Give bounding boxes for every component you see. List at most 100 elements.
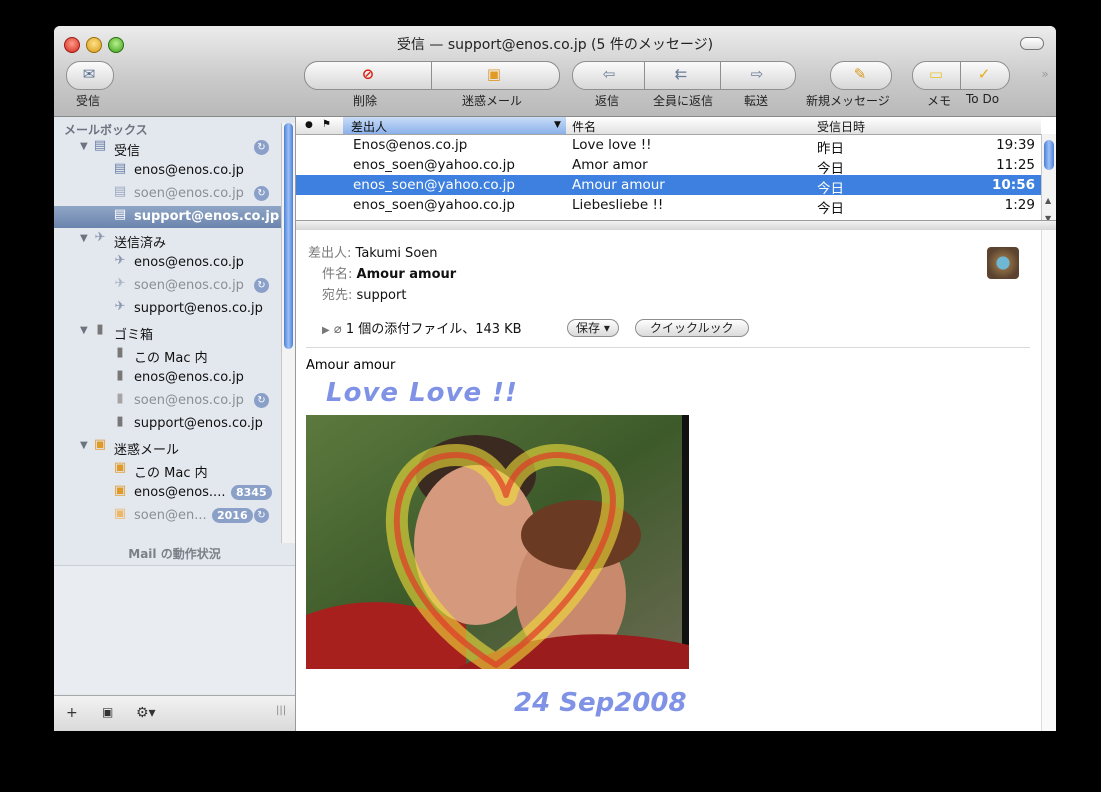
table-row[interactable]: enos_soen@yahoo.co.jp Liebesliebe !! 今日 … — [296, 195, 1041, 217]
from-value[interactable]: Takumi Soen — [356, 246, 438, 261]
junk-icon: ▣ — [113, 460, 127, 475]
sidebar-label: enos@enos.co.jp — [134, 255, 244, 270]
sidebar-scrollbar[interactable] — [281, 123, 295, 543]
sidebar-item-sent-support[interactable]: ✈ support@enos.co.jp — [54, 298, 281, 320]
row-from: enos_soen@yahoo.co.jp — [353, 197, 516, 213]
read-status-column-icon[interactable]: ● — [305, 120, 313, 130]
trash-icon: ▮ — [96, 322, 104, 337]
sidebar-item-trash-enos[interactable]: ▮ enos@enos.co.jp — [54, 367, 281, 389]
sidebar-item-inbox-enos[interactable]: ▤ enos@enos.co.jp — [54, 160, 281, 182]
sidebar-label: enos@enos.co.jp — [134, 163, 244, 178]
sidebar-item-inbox-support[interactable]: ▤ support@enos.co.jp — [54, 206, 281, 228]
note-label: メモ — [927, 94, 952, 108]
sidebar-label: soen@enos.co.jp — [134, 186, 244, 201]
inbox-icon: ▤ — [113, 161, 127, 176]
sidebar-item-trash-support[interactable]: ▮ support@enos.co.jp — [54, 413, 281, 435]
sync-icon: ↻ — [254, 278, 269, 293]
sidebar-item-sent[interactable]: ▼ ✈ 送信済み — [54, 229, 281, 251]
disclosure-triangle-icon[interactable]: ▼ — [80, 325, 88, 336]
message-list: ● ⚑ 差出人 ▼ 件名 受信日時 Enos@enos.co.jp Love l… — [296, 117, 1056, 230]
sidebar-label: support@enos.co.jp — [134, 301, 263, 316]
junk-icon: ▣ — [113, 506, 127, 521]
mailboxes-header: メールボックス — [64, 123, 148, 137]
save-attachment-button[interactable]: 保存 ▾ — [567, 319, 619, 337]
gear-icon[interactable]: ⚙▾ — [136, 705, 156, 721]
sidebar-item-trash[interactable]: ▼ ▮ ゴミ箱 — [54, 321, 281, 343]
table-row[interactable]: enos_soen@yahoo.co.jp Amor amor 今日 11:25 — [296, 155, 1041, 177]
table-row-selected[interactable]: enos_soen@yahoo.co.jp Amour amour 今日 10:… — [296, 175, 1041, 197]
show-photo-browser-icon[interactable]: ▣ — [102, 705, 113, 719]
sync-icon: ↻ — [254, 508, 269, 523]
sidebar-item-trash-local[interactable]: ▮ この Mac 内 — [54, 344, 281, 366]
note-icon: ▭ — [928, 65, 944, 83]
list-scroll-thumb[interactable] — [1044, 140, 1054, 170]
subject-label: 件名: — [322, 267, 353, 282]
toolbar-toggle-button[interactable] — [1020, 37, 1044, 50]
todo-label: To Do — [966, 92, 1000, 106]
row-subject: Amor amor — [572, 157, 648, 173]
overflow-chevron-icon[interactable]: » — [1032, 66, 1056, 83]
inbox-icon: ▤ — [113, 184, 127, 199]
handwriting-love-love: Love Love !! — [326, 378, 518, 408]
resize-handle-icon[interactable]: ||| — [276, 705, 286, 716]
sent-icon: ✈ — [94, 230, 106, 245]
message-list-scrollbar[interactable]: ▲ ▼ — [1041, 134, 1056, 230]
from-label: 差出人: — [308, 246, 352, 261]
unread-count-badge: 2016 — [212, 508, 253, 523]
disclosure-triangle-icon[interactable]: ▼ — [80, 141, 88, 152]
mail-activity-header: Mail の動作状況 — [128, 547, 221, 561]
disclosure-triangle-icon[interactable]: ▼ — [80, 440, 88, 451]
attachment-summary: 1 個の添付ファイル、143 KB — [345, 322, 522, 337]
sidebar-label: 受信 — [114, 144, 141, 159]
sidebar-label: enos@enos.co.jp — [134, 370, 244, 385]
new-message-icon: ✎ — [853, 65, 867, 83]
attached-photo — [306, 415, 689, 676]
add-mailbox-icon[interactable]: + — [66, 705, 78, 721]
sidebar-item-trash-soen[interactable]: ▮ soen@enos.co.jp ↻ — [54, 390, 281, 412]
sidebar-item-junk-soen[interactable]: ▣ soen@en... 2016 ↻ — [54, 505, 281, 527]
message-list-header: ● ⚑ 差出人 ▼ 件名 受信日時 — [296, 117, 1041, 135]
sidebar-item-junk-enos[interactable]: ▣ enos@enos.... 8345 — [54, 482, 281, 504]
header-to: 宛先: support — [322, 284, 406, 303]
trash-icon: ▮ — [116, 368, 124, 383]
sidebar-item-inbox-soen[interactable]: ▤ soen@enos.co.jp ↻ — [54, 183, 281, 205]
reply-icon: ⇦ — [602, 65, 616, 83]
inbox-icon: ▤ — [93, 138, 107, 153]
reply-all-label: 全員に返信 — [653, 94, 714, 108]
sidebar-bottom-bar: + ▣ ⚙▾ ||| — [54, 695, 295, 731]
sidebar-scroll-thumb[interactable] — [284, 123, 293, 349]
mail-activity-panel — [54, 565, 295, 694]
message-scrollbar[interactable] — [1041, 230, 1056, 731]
disclosure-triangle-icon[interactable]: ▶ — [322, 325, 330, 336]
sidebar-label: soen@enos.co.jp — [134, 393, 244, 408]
sent-icon: ✈ — [114, 299, 126, 314]
disclosure-triangle-icon[interactable]: ▼ — [80, 233, 88, 244]
handwriting-date: 24 Sep2008 — [514, 688, 687, 718]
column-subject[interactable]: 件名 — [572, 118, 596, 135]
message-view: 差出人: Takumi Soen 件名: Amour amour 宛先: sup… — [296, 230, 1056, 731]
sync-icon: ↻ — [254, 393, 269, 408]
row-time: 11:25 — [996, 157, 1035, 173]
sidebar-label: support@enos.co.jp — [134, 416, 263, 431]
sidebar-item-sent-soen[interactable]: ✈ soen@enos.co.jp ↻ — [54, 275, 281, 297]
inbox-icon: ▤ — [113, 207, 127, 222]
table-row[interactable]: Enos@enos.co.jp Love love !! 昨日 19:39 — [296, 135, 1041, 157]
flag-column-icon[interactable]: ⚑ — [322, 119, 331, 130]
row-subject: Liebesliebe !! — [572, 197, 664, 213]
sync-icon: ↻ — [254, 140, 269, 155]
to-value[interactable]: support — [357, 288, 407, 303]
column-date[interactable]: 受信日時 — [817, 118, 865, 135]
sidebar-item-sent-enos[interactable]: ✈ enos@enos.co.jp — [54, 252, 281, 274]
sync-icon: ↻ — [254, 186, 269, 201]
quicklook-button[interactable]: クイックルック — [635, 319, 749, 337]
scroll-up-icon[interactable]: ▲ — [1045, 196, 1051, 205]
sidebar-label: support@enos.co.jp — [134, 209, 280, 224]
sidebar-item-junk-local[interactable]: ▣ この Mac 内 — [54, 459, 281, 481]
sidebar-item-junk[interactable]: ▼ ▣ 迷惑メール — [54, 436, 281, 458]
trash-icon: ▮ — [116, 414, 124, 429]
column-from[interactable]: 差出人 — [351, 118, 387, 135]
titlebar: 受信 — support@enos.co.jp (5 件のメッセージ) ✉ 受信… — [54, 26, 1056, 117]
todo-icon: ✓ — [977, 65, 991, 83]
sidebar-item-inbox[interactable]: ▼ ▤ 受信 ↻ — [54, 137, 281, 159]
row-subject: Amour amour — [572, 177, 665, 193]
